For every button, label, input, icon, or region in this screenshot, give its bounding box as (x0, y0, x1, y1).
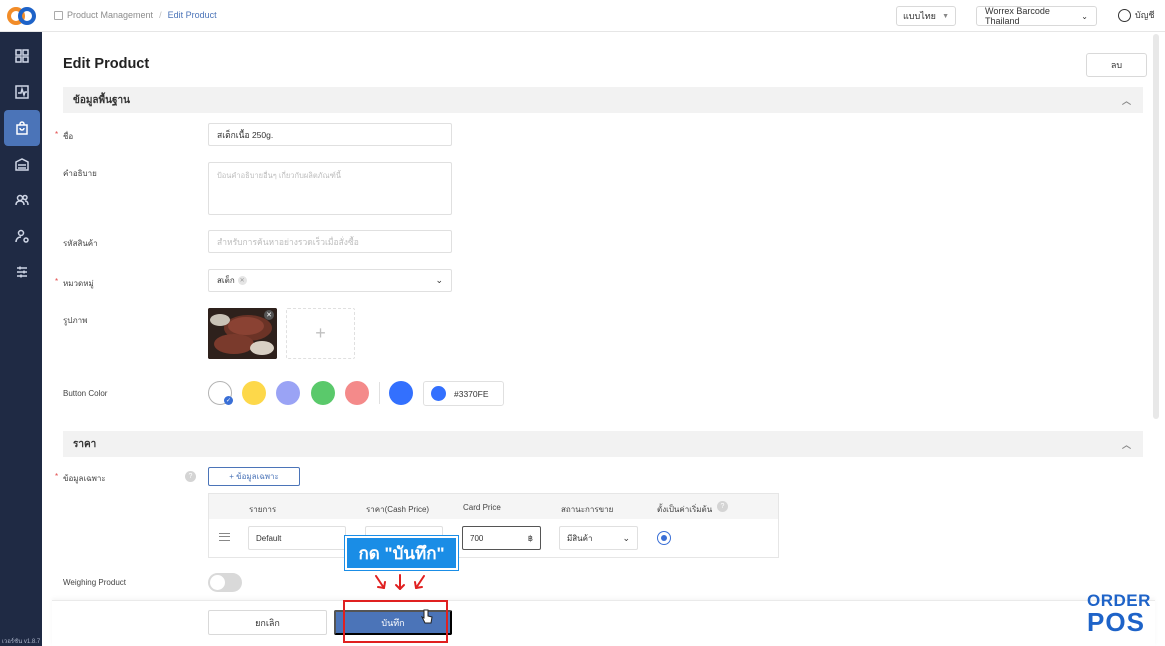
weighing-toggle[interactable] (208, 573, 242, 592)
store-select[interactable]: Worrex Barcode Thailand ⌄ (976, 6, 1097, 26)
sidebar-item-products[interactable] (4, 110, 40, 146)
color-swatch-purple[interactable] (276, 381, 300, 405)
remove-image-icon[interactable]: ✕ (264, 310, 274, 320)
section-title: ราคา (73, 438, 97, 450)
section-basic-info[interactable]: ข้อมูลพื้นฐาน ︿ (63, 87, 1143, 113)
spec-item-input[interactable]: Default (248, 526, 346, 550)
products-icon (16, 121, 28, 135)
breadcrumb-separator: / (159, 10, 162, 20)
account-label: บัญชี (1135, 10, 1155, 20)
language-select[interactable]: แบบไทย ▼ (896, 6, 956, 26)
spec-table: รายการ ราคา(Cash Price) Card Price สถานะ… (208, 493, 779, 558)
product-code-input[interactable]: สำหรับการค้นหาอย่างรวดเร็วเมื่อสั่งซื้อ (208, 230, 452, 253)
image-label: รูปภาพ (63, 316, 88, 325)
sidebar-item-inventory[interactable] (4, 146, 40, 182)
column-header: รายการ (249, 505, 277, 514)
column-header: ตั้งเป็นค่าเริ่มต้น (657, 505, 713, 514)
color-swatch-custom[interactable] (389, 381, 413, 405)
store-value: Worrex Barcode Thailand (985, 6, 1050, 26)
category-label: * หมวดหมู่ (55, 277, 94, 288)
sale-status-select[interactable]: มีสินค้า ⌄ (559, 526, 638, 550)
chevron-down-icon: ⌄ (1081, 11, 1088, 21)
scrollbar[interactable] (1153, 34, 1159, 419)
account-menu[interactable]: บัญชี (1118, 8, 1155, 22)
user-icon (1118, 8, 1131, 22)
spec-table-header: รายการ ราคา(Cash Price) Card Price สถานะ… (209, 494, 778, 519)
sidebar-item-staff[interactable] (4, 218, 40, 254)
app-logo[interactable] (6, 5, 38, 27)
section-price[interactable]: ราคา ︿ (63, 431, 1143, 457)
column-header: Card Price (463, 503, 501, 512)
sidebar-item-sales[interactable] (4, 74, 40, 110)
sidebar-item-settings[interactable] (4, 254, 40, 290)
cancel-button[interactable]: ยกเลิก (208, 610, 327, 635)
top-bar: Product Management / Edit Product แบบไทย… (0, 0, 1165, 32)
swatch-divider (379, 382, 380, 404)
section-title: ข้อมูลพื้นฐาน (73, 94, 130, 106)
color-preview-dot (431, 386, 446, 401)
chevron-up-icon: ︿ (1121, 439, 1131, 450)
color-hex-input[interactable]: #3370FE (423, 381, 504, 406)
currency-symbol: ฿ (527, 533, 533, 543)
sidebar-item-customers[interactable] (4, 182, 40, 218)
card-price-input[interactable]: 700 ฿ (462, 526, 541, 550)
brand-logo: ORDER POS (1087, 592, 1151, 635)
help-icon[interactable]: ? (717, 501, 728, 512)
breadcrumb-current: Edit Product (167, 10, 217, 20)
app-version: เวอร์ชัน v1.8.7 (1, 639, 41, 645)
button-color-label: Button Color (63, 389, 108, 398)
callout-label: กด "บันทึก" (345, 536, 458, 570)
chevron-down-icon: ⌄ (435, 275, 443, 285)
category-select[interactable]: สเต็ก ✕ ⌄ (208, 269, 452, 292)
breadcrumb: Product Management / Edit Product (54, 10, 217, 20)
add-spec-button[interactable]: + ข้อมูลเฉพาะ (208, 467, 300, 486)
chevron-down-icon: ⌄ (622, 532, 630, 543)
description-label: คำอธิบาย (63, 169, 97, 178)
help-icon[interactable]: ? (185, 471, 196, 482)
brand-line2: POS (1087, 607, 1145, 637)
sales-icon (15, 85, 29, 99)
customers-icon (15, 194, 29, 206)
color-swatch-white[interactable]: ✓ (208, 381, 233, 405)
product-code-label: รหัสสินค้า (63, 239, 98, 248)
delete-button[interactable]: ลบ (1086, 53, 1147, 77)
name-input[interactable]: สเต็กเนื้อ 250g. (208, 123, 452, 146)
tag-remove-icon[interactable]: ✕ (237, 276, 247, 285)
color-swatch-yellow[interactable] (242, 381, 266, 405)
inventory-icon (15, 158, 29, 171)
spec-label: * ข้อมูลเฉพาะ (55, 472, 106, 483)
category-tag: สเต็ก ✕ (217, 274, 247, 287)
name-label: * ชื่อ (55, 130, 74, 141)
color-hex-value: #3370FE (454, 388, 489, 399)
color-swatch-pink[interactable] (345, 381, 369, 405)
chevron-up-icon: ︿ (1121, 95, 1131, 106)
plus-icon: + (315, 323, 326, 343)
check-icon: ✓ (224, 396, 233, 405)
dashboard-icon (15, 49, 29, 63)
settings-icon (17, 266, 27, 278)
add-image-button[interactable]: + (286, 308, 355, 359)
staff-icon (15, 229, 29, 243)
page-title: Edit Product (63, 56, 150, 72)
drag-handle-icon[interactable] (219, 533, 230, 541)
color-swatch-green[interactable] (311, 381, 335, 405)
weighing-label: Weighing Product (63, 578, 126, 587)
sidebar-item-dashboard[interactable] (4, 38, 40, 74)
default-radio[interactable] (657, 531, 671, 545)
sidebar: เวอร์ชัน v1.8.7 (0, 32, 42, 646)
language-value: แบบไทย (903, 11, 936, 21)
product-icon (54, 10, 63, 20)
sale-status-value: มีสินค้า (567, 533, 593, 543)
caret-down-icon: ▼ (942, 12, 949, 20)
breadcrumb-parent[interactable]: Product Management (67, 10, 153, 20)
arrow-down-icon (375, 574, 425, 590)
column-header: ราคา(Cash Price) (366, 505, 430, 514)
card-price-value: 700 (470, 533, 484, 543)
description-textarea[interactable]: ป้อนคำอธิบายอื่นๆ เกี่ยวกับผลิตภัณฑ์นี้ (208, 162, 452, 215)
category-tag-label: สเต็ก (217, 276, 235, 285)
highlight-box (343, 600, 448, 643)
column-header: สถานะการขาย (561, 505, 614, 514)
